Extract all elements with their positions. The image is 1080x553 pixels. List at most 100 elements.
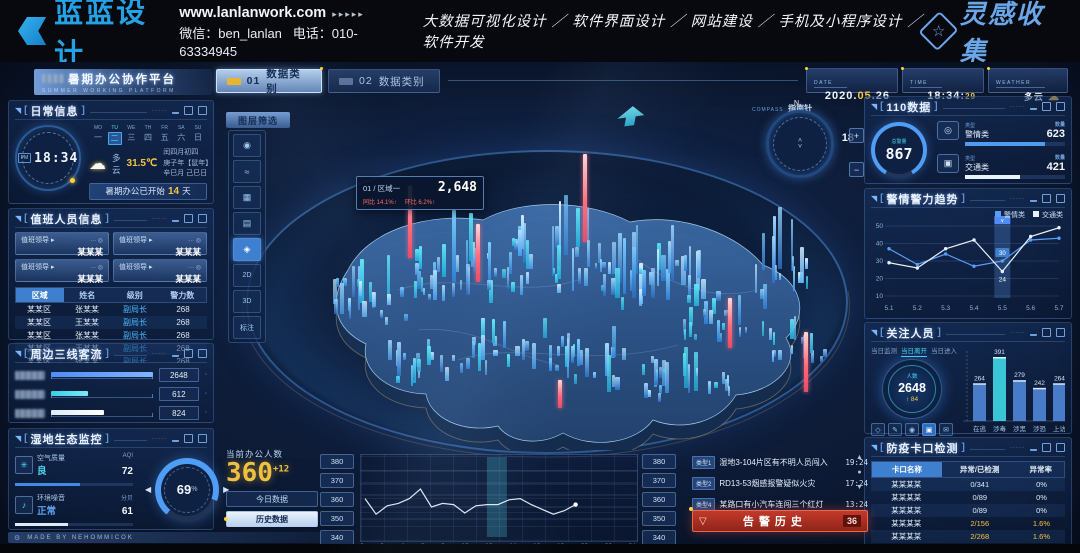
gauge-left-arrow[interactable]: ◀ [145,485,151,494]
column-header[interactable]: 异常/已检测 [942,464,1018,475]
window-icon[interactable] [184,434,193,443]
column-header[interactable]: 卡口名称 [872,462,942,477]
weekday: WE三 [124,125,138,145]
tab-data-category-1[interactable]: 01 数据类别 [216,69,322,93]
checkpoint-row[interactable]: 某某某某0/3410% [871,478,1065,491]
y-axis-button[interactable]: 380 [320,454,354,469]
flow-track [51,371,153,379]
duty-leader-card[interactable]: 值班领导▸··· ◎某某某 [113,259,207,282]
column-header[interactable]: 姓名 [64,290,112,301]
history-data-button[interactable]: 历史数据 [226,511,318,527]
minimize-icon[interactable] [1030,448,1037,451]
marker-button[interactable]: 标注 [233,316,261,339]
minimize-icon[interactable] [172,439,179,442]
checkpoint-row[interactable]: 某某某某0/890% [871,504,1065,517]
card-decoration: ··· ◎ [90,237,103,244]
window-icon[interactable] [184,106,193,115]
edit-icon[interactable]: ✎ [888,423,902,436]
table-row[interactable]: 某某区王某某副局长268 [15,316,207,329]
lock-icon[interactable]: ▣ [922,423,936,436]
table-row[interactable]: 某某区张某某副局长268 [15,329,207,342]
name-cell: 某某某某 [871,518,942,529]
y-axis-button[interactable]: 360 [642,492,676,507]
window-icon[interactable] [1042,328,1051,337]
alert-history-banner[interactable]: ▽ 告警历史 36 [692,510,868,532]
alert-item[interactable]: 类型2RD13-53烟感报警疑似火灾17:24 [692,475,868,491]
checkpoint-row[interactable]: 某某某某2/2681.6% [871,530,1065,543]
legend-item[interactable]: 警情类 [995,210,1025,220]
3d-map[interactable] [258,140,828,450]
minimize-icon[interactable] [1030,107,1037,110]
office-trend-chart [360,454,638,542]
alert-item[interactable]: 类型1湿地3-104片区有不明人员闯入19:24 [692,454,868,470]
inspiration-collect-button[interactable]: ☆ 灵感收集 [925,0,1058,68]
y-axis-button[interactable]: 370 [320,473,354,488]
y-axis-button[interactable]: 370 [642,473,676,488]
today-data-button[interactable]: 今日数据 [226,491,318,507]
legend-item[interactable]: 交通类 [1033,210,1063,220]
flow-bars: 2648◦612◦824◦ [15,363,207,422]
focus-tab[interactable]: 当日离开 [901,345,927,357]
duty-leader-card[interactable]: 值班领导▸··· ◎某某某 [15,259,109,282]
scroll-up-icon[interactable]: ▲ [856,454,863,461]
fullscreen-icon[interactable] [1056,194,1065,203]
office-count-value: 360+12 [226,460,318,487]
column-header[interactable]: 警力数 [159,290,207,301]
layers-icon[interactable]: ▤ [233,212,261,235]
window-icon[interactable] [184,214,193,223]
window-icon[interactable] [1042,102,1051,111]
fullscreen-icon[interactable] [198,434,207,443]
fullscreen-icon[interactable] [198,214,207,223]
camera-icon[interactable]: ◉ [905,423,919,436]
window-icon[interactable] [1042,194,1051,203]
y-axis-button[interactable]: 380 [642,454,676,469]
person-icon[interactable]: ◇ [871,423,885,436]
alert-time: 13:24 [845,500,868,509]
checkpoint-row[interactable]: 某某某某0/890% [871,491,1065,504]
office-stats: 当前办公人数 360+12 今日数据 历史数据 [226,448,318,527]
duty-leader-card[interactable]: 值班领导▸··· ◎某某某 [15,232,109,255]
y-axis-button[interactable]: 340 [642,530,676,545]
grid-icon[interactable]: ▦ [233,186,261,209]
fullscreen-icon[interactable] [1056,328,1065,337]
mail-icon[interactable]: ✉ [939,423,953,436]
focus-tab[interactable]: 当日进入 [931,345,957,357]
zoom-in-button[interactable]: + [849,128,864,143]
tab-label: 数据类别 [379,74,425,89]
signal-icon[interactable]: ≈ [233,160,261,183]
svg-text:涉毒: 涉毒 [993,424,1007,433]
2d-button[interactable]: 2D [233,264,261,287]
tab-data-category-2[interactable]: 02 数据类别 [328,69,440,93]
weather-text: 多云 [112,152,121,176]
3d-button[interactable]: 3D [233,290,261,313]
zoom-out-button[interactable]: − [849,162,864,177]
fullscreen-icon[interactable] [1056,443,1065,452]
window-icon[interactable] [184,349,193,358]
minimize-icon[interactable] [172,219,179,222]
minimize-icon[interactable] [172,354,179,357]
column-header[interactable]: 级别 [111,290,159,301]
column-header[interactable]: 区域 [16,288,64,302]
scroll-down-icon[interactable]: ▼ [856,484,863,491]
fullscreen-icon[interactable] [1056,102,1065,111]
cluster-icon[interactable]: ◈ [233,238,261,261]
window-icon[interactable] [1042,443,1051,452]
checkpoint-row[interactable]: 某某某某2/1561.6% [871,517,1065,530]
minimize-icon[interactable] [172,111,179,114]
noise-metric: ♪ 环境噪音分贝 正常61 [15,493,133,526]
minimize-icon[interactable] [1030,199,1037,202]
fullscreen-icon[interactable] [198,349,207,358]
location-icon[interactable]: ◉ [233,134,261,157]
fullscreen-icon[interactable] [198,106,207,115]
duty-leader-card[interactable]: 值班领导▸··· ◎某某某 [113,232,207,255]
scroll-dot-icon[interactable]: ● [857,469,861,476]
minimize-icon[interactable] [1030,333,1037,336]
focus-tab[interactable]: 当日监测 [871,345,897,357]
table-row[interactable]: 某某区张某某副局长268 [15,303,207,316]
column-header[interactable]: 异常率 [1017,464,1064,475]
head-line [90,109,147,113]
y-axis-button[interactable]: 350 [642,511,676,526]
y-axis-button[interactable]: 340 [320,530,354,545]
y-axis-button[interactable]: 360 [320,492,354,507]
y-axis-button[interactable]: 350 [320,511,354,526]
